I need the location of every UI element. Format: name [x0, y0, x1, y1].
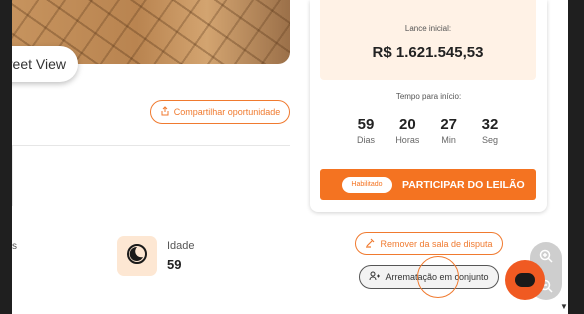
moon-clock-icon [126, 243, 148, 270]
scroll-down-arrow[interactable]: ▼ [560, 302, 568, 311]
street-view-button[interactable]: reet View [12, 46, 78, 82]
zoom-in-icon[interactable] [538, 248, 554, 264]
countdown-unit: Min [441, 135, 456, 145]
enabled-badge: Habilitado [342, 176, 392, 193]
countdown-label: Tempo para início: [395, 92, 462, 101]
countdown-hours: 20 Horas [389, 116, 425, 145]
initial-bid-box: Lance inicial: R$ 1.621.545,53 [320, 0, 536, 80]
property-page: reet View Compartilhar oportunidade s Id… [12, 0, 568, 314]
remove-from-room-button[interactable]: Remover da sala de disputa [355, 232, 503, 255]
countdown-value: 59 [357, 116, 375, 133]
share-label: Compartilhar oportunidade [173, 107, 281, 117]
remove-label: Remover da sala de disputa [380, 238, 493, 249]
age-label: Idade [167, 240, 195, 252]
countdown-unit: Horas [395, 135, 420, 145]
auction-card: Lance inicial: R$ 1.621.545,53 Tempo par… [310, 0, 547, 212]
age-value: 59 [167, 257, 182, 272]
countdown-value: 27 [440, 116, 457, 133]
chat-fab-icon [515, 273, 535, 287]
section-divider [12, 145, 290, 146]
initial-bid-label: Lance inicial: [404, 24, 452, 33]
cursor-highlight [417, 256, 459, 298]
participate-auction-button[interactable]: Habilitado PARTICIPAR DO LEILÃO [320, 169, 536, 200]
countdown-value: 20 [398, 116, 416, 133]
countdown-days: 59 Dias [348, 116, 384, 145]
street-view-label: reet View [12, 56, 66, 72]
countdown-value: 32 [481, 116, 499, 133]
chat-fab-button[interactable] [505, 260, 545, 300]
group-icon [369, 271, 381, 283]
column-divider [12, 146, 13, 206]
remove-icon [365, 237, 376, 250]
partial-detail-label: s [12, 241, 17, 252]
countdown-minutes: 27 Min [431, 116, 467, 145]
share-icon [160, 106, 170, 118]
age-icon-box [117, 236, 157, 276]
countdown-unit: Seg [481, 135, 498, 145]
countdown-unit: Dias [356, 135, 375, 145]
share-opportunity-button[interactable]: Compartilhar oportunidade [150, 100, 290, 124]
initial-bid-value: R$ 1.621.545,53 [372, 44, 484, 61]
participate-label: PARTICIPAR DO LEILÃO [402, 178, 525, 191]
countdown-seconds: 32 Seg [472, 116, 508, 145]
countdown-timer: 59 Dias 20 Horas 27 Min 32 Seg [348, 116, 508, 145]
